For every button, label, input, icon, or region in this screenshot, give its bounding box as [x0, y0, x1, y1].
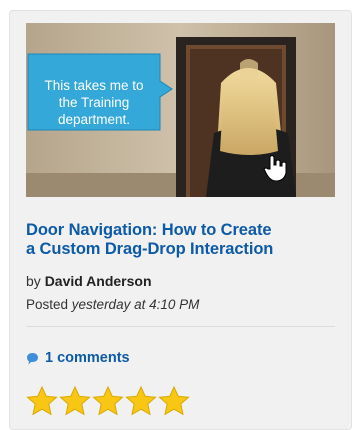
post-title-link[interactable]: Door Navigation: How to Create a Custom …	[26, 221, 342, 259]
by-label: by	[26, 273, 41, 289]
comments-count: 1 comments	[45, 350, 130, 366]
star-icon[interactable]	[158, 386, 190, 416]
star-icon[interactable]	[92, 386, 124, 416]
divider	[26, 326, 335, 327]
posted-time: yesterday at 4:10 PM	[71, 297, 200, 312]
post-title-line: Door Navigation: How to Create	[26, 221, 272, 239]
comments-link[interactable]: 1 comments	[26, 349, 130, 367]
posted-label: Posted	[26, 297, 69, 312]
post-thumbnail[interactable]: This takes me to the Training department…	[26, 23, 335, 197]
star-icon[interactable]	[59, 386, 91, 416]
star-rating[interactable]	[26, 386, 190, 416]
caption-line: the Training	[58, 95, 130, 110]
caption-line: This takes me to	[44, 78, 144, 93]
author-name: David Anderson	[44, 273, 152, 289]
speech-bubble-icon	[27, 352, 38, 364]
star-icon[interactable]	[26, 386, 58, 416]
byline: by David Anderson	[26, 273, 152, 289]
caption-line: department.	[57, 112, 131, 127]
thumbnail-caption: This takes me to the Training department…	[28, 77, 160, 128]
posted-date: Posted yesterday at 4:10 PM	[26, 297, 199, 312]
post-title-line: a Custom Drag-Drop Interaction	[26, 240, 274, 258]
star-icon[interactable]	[125, 386, 157, 416]
